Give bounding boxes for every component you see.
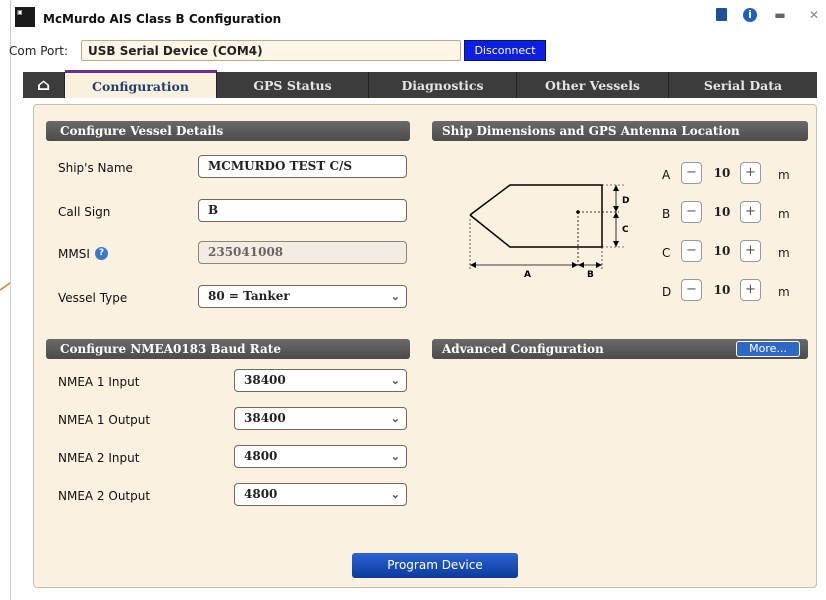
nmea1-output-value: 38400 xyxy=(244,411,286,425)
increment-button[interactable]: + xyxy=(740,279,761,301)
com-port-label: Com Port: xyxy=(9,44,69,58)
configuration-panel: Configure Vessel Details Ship's Name MCM… xyxy=(33,104,817,588)
advanced-config-header: Advanced Configuration More... xyxy=(432,339,808,359)
mmsi-field: 235041008 xyxy=(198,241,407,264)
dimension-stepper[interactable]: − 10 + xyxy=(681,162,771,184)
tab-diagnostics[interactable]: Diagnostics xyxy=(369,72,517,98)
unit-label: m xyxy=(778,246,790,260)
dimension-stepper[interactable]: − 10 + xyxy=(681,279,771,301)
nmea2-output-select[interactable]: 4800 ⌄ xyxy=(234,483,407,506)
nmea1-input-label: NMEA 1 Input xyxy=(58,375,140,389)
decrement-button[interactable]: − xyxy=(681,201,702,223)
decrement-button[interactable]: − xyxy=(681,240,702,262)
diagram-label-b: B xyxy=(587,270,594,280)
book-icon[interactable] xyxy=(716,8,727,21)
main-window: ▣ McMurdo AIS Class B Configuration i ▬ … xyxy=(9,0,826,600)
mmsi-label: MMSI xyxy=(58,247,90,261)
decrement-button[interactable]: − xyxy=(681,162,702,184)
nmea2-output-value: 4800 xyxy=(244,487,278,501)
diagram-label-c: C xyxy=(622,225,629,235)
vessel-type-select[interactable]: 80 = Tanker ⌄ xyxy=(198,285,407,308)
info-icon[interactable]: i xyxy=(743,8,757,22)
nmea1-output-label: NMEA 1 Output xyxy=(58,413,151,427)
help-icon[interactable]: ? xyxy=(95,247,108,260)
call-sign-field[interactable]: B xyxy=(198,199,407,222)
chevron-down-icon: ⌄ xyxy=(390,290,400,303)
baud-rate-header: Configure NMEA0183 Baud Rate xyxy=(46,339,410,359)
dimension-value[interactable]: 10 xyxy=(704,162,740,184)
chevron-down-icon: ⌄ xyxy=(390,488,400,501)
unit-label: m xyxy=(778,168,790,182)
chevron-down-icon: ⌄ xyxy=(390,412,400,425)
vessel-type-value: 80 = Tanker xyxy=(208,289,290,303)
window-title: McMurdo AIS Class B Configuration xyxy=(43,12,282,26)
vessel-details-header: Configure Vessel Details xyxy=(46,121,410,141)
advanced-config-title: Advanced Configuration xyxy=(442,342,604,356)
dimension-value[interactable]: 10 xyxy=(704,201,740,223)
tab-home[interactable]: ⌂ xyxy=(23,72,65,98)
ship-name-label: Ship's Name xyxy=(58,161,133,175)
more-button[interactable]: More... xyxy=(736,341,800,357)
increment-button[interactable]: + xyxy=(740,162,761,184)
dimension-value[interactable]: 10 xyxy=(704,240,740,262)
tab-serial-data[interactable]: Serial Data xyxy=(669,72,817,98)
nmea2-input-label: NMEA 2 Input xyxy=(58,451,140,465)
dimension-value[interactable]: 10 xyxy=(704,279,740,301)
com-port-field[interactable]: USB Serial Device (COM4) xyxy=(81,40,461,61)
dimensions-header: Ship Dimensions and GPS Antenna Location xyxy=(432,121,808,141)
disconnect-button[interactable]: Disconnect xyxy=(464,40,546,61)
dimension-label: A xyxy=(662,168,671,182)
tab-other-vessels[interactable]: Other Vessels xyxy=(517,72,669,98)
chevron-down-icon: ⌄ xyxy=(390,374,400,387)
call-sign-label: Call Sign xyxy=(58,205,111,219)
dimension-stepper[interactable]: − 10 + xyxy=(681,240,771,262)
nmea1-input-select[interactable]: 38400 ⌄ xyxy=(234,369,407,392)
tab-bar: ⌂ Configuration GPS Status Diagnostics O… xyxy=(23,70,817,98)
home-icon: ⌂ xyxy=(36,75,51,94)
diagram-label-a: A xyxy=(524,270,531,280)
app-root: ▣ McMurdo AIS Class B Configuration i ▬ … xyxy=(0,0,826,600)
dimension-stepper[interactable]: − 10 + xyxy=(681,201,771,223)
app-logo-icon: ▣ xyxy=(15,7,35,27)
ship-name-field[interactable]: MCMURDO TEST C/S xyxy=(198,155,407,178)
nmea1-output-select[interactable]: 38400 ⌄ xyxy=(234,407,407,430)
minimize-icon[interactable]: ▬ xyxy=(773,8,787,22)
dimension-label: C xyxy=(662,246,671,260)
nmea1-input-value: 38400 xyxy=(244,373,286,387)
vessel-type-label: Vessel Type xyxy=(58,291,128,305)
program-device-button[interactable]: Program Device xyxy=(352,553,518,578)
diagram-label-d: D xyxy=(622,196,629,206)
dimension-label: D xyxy=(662,285,672,299)
increment-button[interactable]: + xyxy=(740,240,761,262)
chevron-down-icon: ⌄ xyxy=(390,450,400,463)
tab-gps-status[interactable]: GPS Status xyxy=(217,72,369,98)
dimension-label: B xyxy=(662,207,671,221)
ship-diagram: A B C D xyxy=(469,184,629,280)
unit-label: m xyxy=(778,285,790,299)
decrement-button[interactable]: − xyxy=(681,279,702,301)
nmea2-output-label: NMEA 2 Output xyxy=(58,489,151,503)
close-icon[interactable]: ✕ xyxy=(807,8,821,22)
tab-configuration[interactable]: Configuration xyxy=(65,70,217,98)
nmea2-input-select[interactable]: 4800 ⌄ xyxy=(234,445,407,468)
increment-button[interactable]: + xyxy=(740,201,761,223)
title-bar: ▣ McMurdo AIS Class B Configuration i ▬ … xyxy=(11,0,826,36)
unit-label: m xyxy=(778,207,790,221)
nmea2-input-value: 4800 xyxy=(244,449,278,463)
